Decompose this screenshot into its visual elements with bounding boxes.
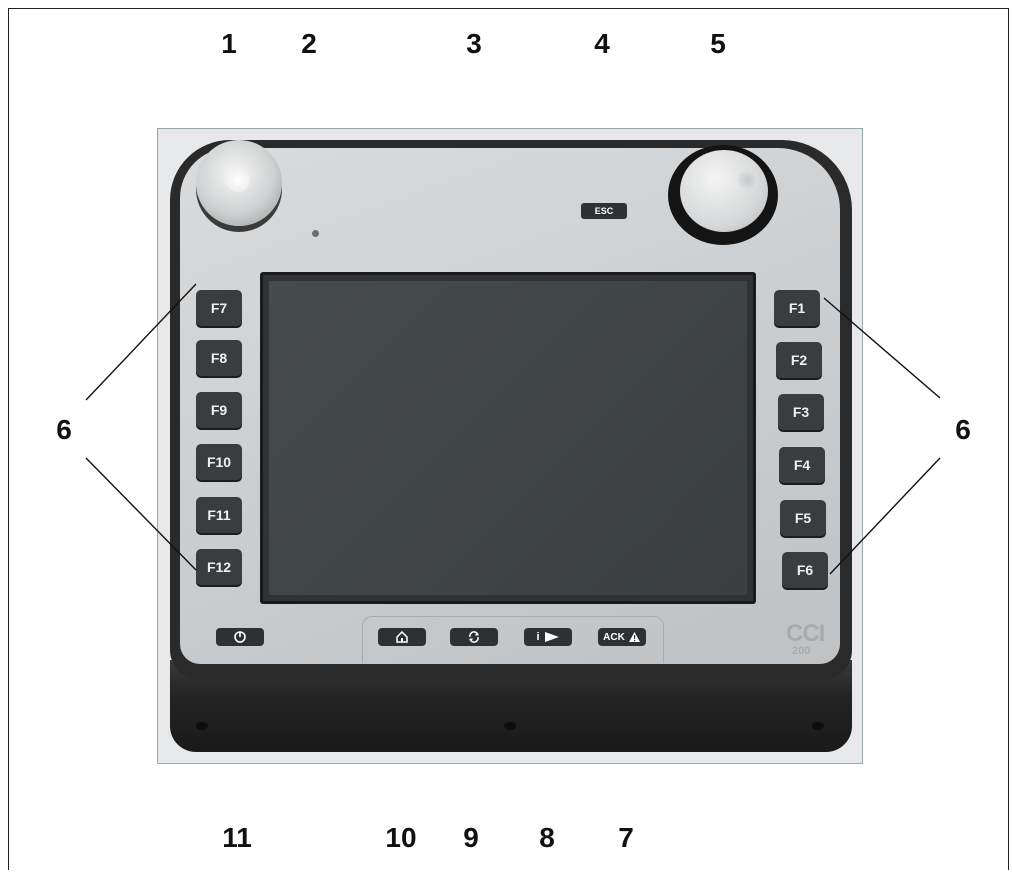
callout-5: 5	[710, 28, 726, 59]
leader-line	[823, 297, 941, 399]
callout-lines	[85, 283, 941, 575]
leader-line	[829, 457, 941, 575]
callout-6-right: 6	[955, 414, 971, 445]
leader-line	[85, 457, 197, 571]
callout-10: 10	[385, 822, 417, 853]
callout-11: 11	[222, 822, 252, 853]
callout-8: 8	[539, 822, 555, 853]
callout-9: 9	[463, 822, 479, 853]
callout-6-left: 6	[56, 414, 72, 445]
callout-3: 3	[466, 28, 482, 59]
leader-line	[85, 283, 197, 401]
callout-7: 7	[618, 822, 634, 853]
callout-1: 1	[221, 28, 237, 59]
callout-2: 2	[301, 28, 317, 59]
callout-4: 4	[594, 28, 610, 59]
